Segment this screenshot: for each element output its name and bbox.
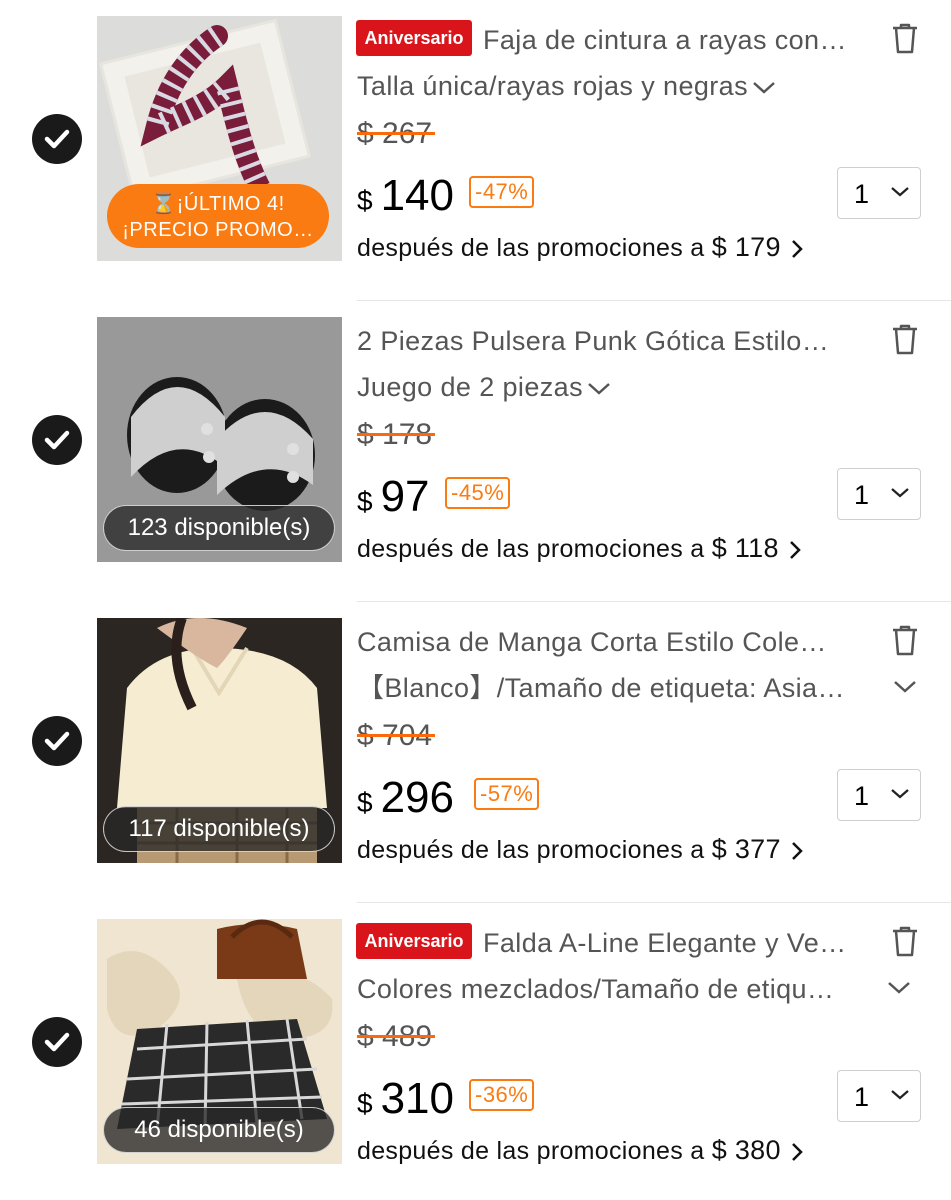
chevron-down-icon [891,187,909,197]
price-amount: 97 [380,472,430,521]
after-promo-amount: $ 179 [711,232,781,262]
after-promo-price[interactable]: después de las promociones a $ 380 [357,1131,803,1169]
currency-symbol: $ [357,486,373,517]
quantity-select[interactable]: 1 [837,167,921,219]
chevron-right-icon [791,842,803,861]
variant-selector[interactable]: Colores mezclados/Tamaño de etiqu… [357,969,887,1009]
original-price: $ 489 [357,1017,436,1057]
currency-symbol: $ [357,185,373,216]
chevron-down-icon [588,382,610,395]
discount-badge: -45% [445,477,511,509]
discount-badge: -57% [474,778,540,810]
product-image[interactable]: 123 disponible(s) [97,317,342,562]
chevron-down-icon [891,1090,909,1100]
after-promo-price[interactable]: después de las promociones a $ 118 [357,529,801,567]
cart-item: 46 disponible(s) Aniversario Falda A-Lin… [0,903,951,1200]
quantity-value: 1 [854,179,870,209]
trash-icon[interactable] [890,924,920,958]
currency-symbol: $ [357,1088,373,1119]
chevron-right-icon [791,240,803,259]
checkmark-circle-icon[interactable] [32,1017,82,1067]
after-promo-label: después de las promociones a [357,1137,705,1165]
currency-symbol: $ [357,787,373,818]
cart-item: ⌛¡ÚLTIMO 4! ¡PRECIO PROMO… Aniversario F… [0,0,951,301]
strikethrough-line [357,433,436,436]
variant-label: 【Blanco】/Tamaño de etiqueta: Asia… [357,673,845,703]
quantity-value: 1 [854,1082,870,1112]
price-amount: 296 [380,773,454,822]
trash-icon[interactable] [890,21,920,55]
chevron-down-icon [891,789,909,799]
chevron-down-icon [891,488,909,498]
chevron-down-icon [888,982,910,994]
product-title[interactable]: Falda A-Line Elegante y Ve… [483,923,877,963]
chevron-down-icon [753,81,775,94]
chevron-down-icon [894,681,916,693]
quantity-value: 1 [854,781,870,811]
anniversary-badge: Aniversario [356,923,472,959]
product-image[interactable]: ⌛¡ÚLTIMO 4! ¡PRECIO PROMO… [97,16,342,261]
checkmark-circle-icon[interactable] [32,716,82,766]
sale-price: $140 [357,168,454,224]
discount-badge: -36% [469,1079,535,1111]
sale-price: $296 [357,770,454,826]
after-promo-label: después de las promociones a [357,535,705,563]
cart-item: 123 disponible(s) 2 Piezas Pulsera Punk … [0,301,951,602]
after-promo-price[interactable]: después de las promociones a $ 179 [357,228,803,266]
after-promo-label: después de las promociones a [357,234,705,262]
quantity-value: 1 [854,480,870,510]
after-promo-price[interactable]: después de las promociones a $ 377 [357,830,803,868]
price-amount: 140 [380,171,454,220]
trash-icon[interactable] [890,322,920,356]
quantity-select[interactable]: 1 [837,468,921,520]
original-price: $ 267 [357,114,436,154]
after-promo-amount: $ 380 [711,1135,781,1165]
variant-selector[interactable]: Talla única/rayas rojas y negras [357,66,776,106]
quantity-select[interactable]: 1 [837,769,921,821]
product-image[interactable]: 46 disponible(s) [97,919,342,1164]
price-amount: 310 [380,1074,454,1123]
checkmark-circle-icon[interactable] [32,114,82,164]
variant-selector[interactable]: Juego de 2 piezas [357,367,611,407]
after-promo-label: después de las promociones a [357,836,705,864]
sale-price: $310 [357,1071,454,1127]
checkmark-circle-icon[interactable] [32,415,82,465]
trash-icon[interactable] [890,623,920,657]
promo-label: ⌛¡ÚLTIMO 4! ¡PRECIO PROMO… [107,184,329,248]
quantity-select[interactable]: 1 [837,1070,921,1122]
strikethrough-line [357,1035,436,1038]
original-price: $ 178 [357,415,436,455]
product-title[interactable]: 2 Piezas Pulsera Punk Gótica Estilo… [357,321,877,361]
variant-label: Colores mezclados/Tamaño de etiqu… [357,974,835,1004]
after-promo-amount: $ 377 [711,834,781,864]
discount-badge: -47% [469,176,535,208]
stock-label: 123 disponible(s) [103,505,335,551]
stock-label: 46 disponible(s) [103,1107,335,1153]
chevron-right-icon [791,1143,803,1162]
cart-item: 117 disponible(s) Camisa de Manga Corta … [0,602,951,903]
product-image[interactable]: 117 disponible(s) [97,618,342,863]
after-promo-amount: $ 118 [711,533,779,563]
stock-label: 117 disponible(s) [103,806,335,852]
variant-label: Talla única/rayas rojas y negras [357,71,748,101]
strikethrough-line [357,132,436,135]
sale-price: $97 [357,469,430,525]
anniversary-badge: Aniversario [356,20,472,56]
chevron-right-icon [789,541,801,560]
product-title[interactable]: Faja de cintura a rayas con… [483,20,877,60]
strikethrough-line [357,734,436,737]
original-price: $ 704 [357,716,436,756]
variant-label: Juego de 2 piezas [357,372,583,402]
variant-selector[interactable]: 【Blanco】/Tamaño de etiqueta: Asia… [357,668,887,708]
product-title[interactable]: Camisa de Manga Corta Estilo Cole… [357,622,877,662]
